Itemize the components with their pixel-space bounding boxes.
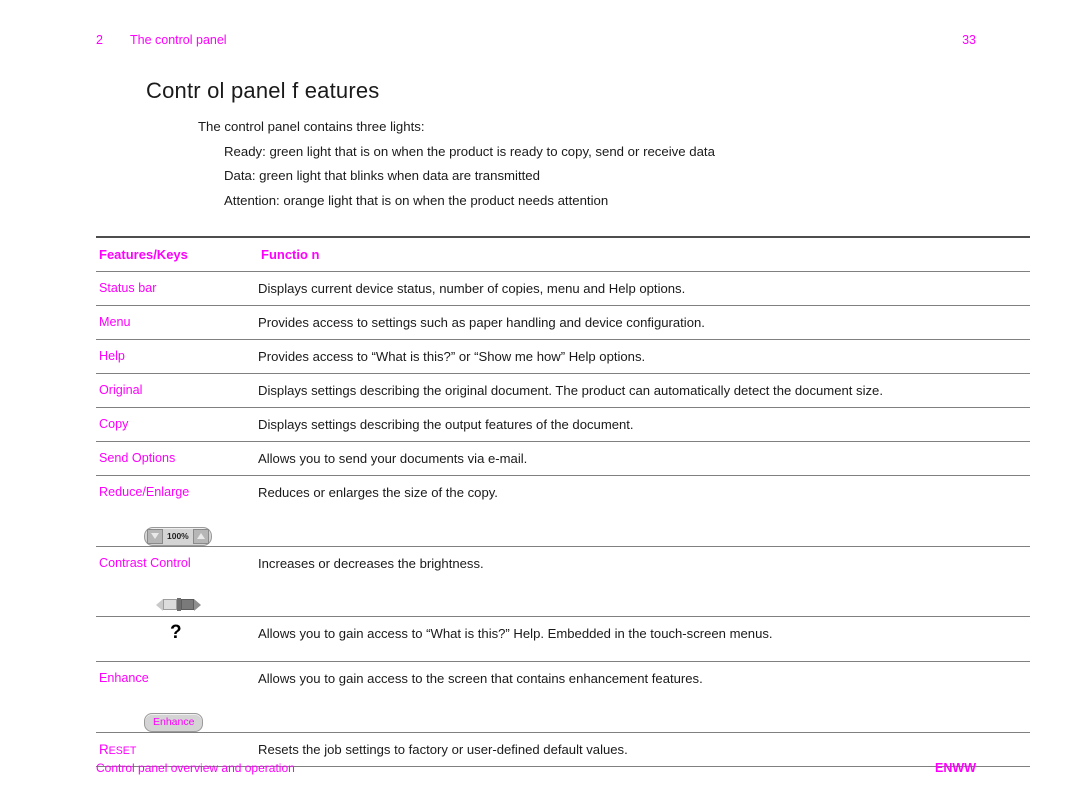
- running-header: 2 The control panel 33: [96, 33, 1030, 51]
- question-mark-icon[interactable]: ?: [170, 622, 182, 643]
- row-key-cell: Contrast Control: [96, 546, 258, 616]
- row-function-cell: Provides access to “What is this?” or “S…: [258, 340, 1030, 374]
- triangle-up-icon[interactable]: [192, 528, 209, 544]
- table-row: Status bar Displays current device statu…: [96, 272, 1030, 306]
- row-function-cell: Allows you to gain access to the screen …: [258, 661, 1030, 732]
- row-function-cell: Displays current device status, number o…: [258, 272, 1030, 306]
- feature-function-reduce-enlarge: Reduces or enlarges the size of the copy…: [258, 485, 498, 500]
- intro-item-attention: Attention: orange light that is on when …: [224, 192, 609, 208]
- row-key-cell: ?: [96, 616, 258, 661]
- feature-function-enhance: Allows you to gain access to the screen …: [258, 670, 703, 686]
- help-key-widget: ?: [170, 623, 258, 643]
- contrast-slider[interactable]: [156, 598, 201, 611]
- intro-item-data: Data: green light that blinks when data …: [224, 168, 540, 183]
- table-row: Contrast Control Increases or decreases …: [96, 546, 1030, 616]
- triangle-down-icon[interactable]: [147, 528, 163, 544]
- row-function-cell: Displays settings describing the origina…: [258, 374, 1030, 408]
- column-header-features-keys: Features/Keys: [96, 237, 258, 272]
- intro-item-ready: Ready: green light that is on when the p…: [224, 143, 715, 159]
- row-key-cell: Copy: [96, 408, 258, 442]
- feature-function-copy: Displays settings describing the output …: [258, 417, 634, 432]
- table-row: Original Displays settings describing th…: [96, 374, 1030, 408]
- feature-key-status-bar: Status bar: [99, 281, 157, 295]
- features-table: Features/Keys Functio n Status bar Displ…: [96, 236, 1030, 767]
- zoom-level-value: 100%: [167, 530, 189, 541]
- feature-key-reset-rest: ESET: [108, 744, 137, 757]
- running-footer: Control panel overview and operation ENW…: [96, 761, 1030, 777]
- header-chapter-number: 2: [96, 33, 103, 47]
- feature-function-status-bar: Displays current device status, number o…: [258, 281, 686, 296]
- feature-key-copy: Copy: [99, 417, 129, 431]
- feature-key-original: Original: [99, 383, 143, 397]
- feature-function-help: Provides access to “What is this?” or “S…: [258, 349, 646, 364]
- row-key-cell: Original: [96, 374, 258, 408]
- feature-function-contrast-control: Increases or decreases the brightness.: [258, 555, 484, 571]
- footer-edition-code: ENWW: [935, 761, 976, 775]
- table-row: Copy Displays settings describing the ou…: [96, 408, 1030, 442]
- feature-function-send-options: Allows you to send your documents via e-…: [258, 451, 528, 466]
- row-function-cell: Allows you to gain access to “What is th…: [258, 616, 1030, 661]
- table-row: ? Allows you to gain access to “What is …: [96, 616, 1030, 661]
- column-header-features-keys-label: Features/Keys: [99, 247, 188, 262]
- feature-function-help-key: Allows you to gain access to “What is th…: [258, 625, 773, 641]
- enhance-button[interactable]: Enhance: [144, 712, 204, 732]
- footer-section-title: Control panel overview and operation: [96, 761, 295, 775]
- zoom-stepper[interactable]: 100%: [144, 526, 212, 546]
- column-header-function: Functio n: [258, 237, 1030, 272]
- page-title: Contr ol panel f eatures: [146, 78, 380, 103]
- row-function-cell: Displays settings describing the output …: [258, 408, 1030, 442]
- feature-key-enhance: Enhance: [99, 670, 149, 685]
- row-key-cell: Reduce/Enlarge 100%: [96, 476, 258, 547]
- intro-lead: The control panel contains three lights:: [198, 119, 425, 134]
- feature-key-reduce-enlarge: Reduce/Enlarge: [99, 485, 190, 499]
- row-key-cell: Help: [96, 340, 258, 374]
- row-key-cell: Status bar: [96, 272, 258, 306]
- feature-key-menu: Menu: [99, 315, 131, 329]
- table-row: Menu Provides access to settings such as…: [96, 306, 1030, 340]
- table-row: Reduce/Enlarge 100% Reduces or enlarges …: [96, 476, 1030, 547]
- slider-track-dark[interactable]: [181, 599, 194, 610]
- feature-key-help: Help: [99, 349, 125, 363]
- row-function-cell: Provides access to settings such as pape…: [258, 306, 1030, 340]
- header-page-number: 33: [962, 33, 976, 47]
- row-function-cell: Reduces or enlarges the size of the copy…: [258, 476, 1030, 547]
- row-function-cell: Allows you to send your documents via e-…: [258, 442, 1030, 476]
- feature-function-menu: Provides access to settings such as pape…: [258, 315, 705, 330]
- row-key-cell: Menu: [96, 306, 258, 340]
- feature-function-original: Displays settings describing the origina…: [258, 383, 883, 398]
- features-table-body: Status bar Displays current device statu…: [96, 272, 1030, 766]
- table-row: Enhance Enhance Allows you to gain acces…: [96, 661, 1030, 732]
- feature-key-contrast-control: Contrast Control: [99, 555, 191, 570]
- slider-track-light[interactable]: [163, 599, 177, 610]
- table-header-row: Features/Keys Functio n: [96, 237, 1030, 272]
- row-function-cell: Increases or decreases the brightness.: [258, 546, 1030, 616]
- column-header-function-label: Functio n: [261, 247, 320, 262]
- intro-block: The control panel contains three lights:…: [198, 115, 998, 213]
- feature-key-reset-first-letter: R: [99, 741, 109, 757]
- contrast-control-widget: [156, 598, 258, 616]
- header-chapter-title: The control panel: [130, 33, 227, 47]
- reduce-enlarge-widget: 100%: [144, 526, 258, 546]
- enhance-widget: Enhance: [144, 712, 258, 732]
- table-row: Help Provides access to “What is this?” …: [96, 340, 1030, 374]
- feature-key-send-options: Send Options: [99, 451, 176, 465]
- table-row: Send Options Allows you to send your doc…: [96, 442, 1030, 476]
- features-table-head: Features/Keys Functio n: [96, 237, 1030, 272]
- triangle-left-icon[interactable]: [156, 598, 163, 611]
- triangle-right-icon[interactable]: [194, 598, 201, 611]
- row-key-cell: Enhance Enhance: [96, 661, 258, 732]
- row-key-cell: Send Options: [96, 442, 258, 476]
